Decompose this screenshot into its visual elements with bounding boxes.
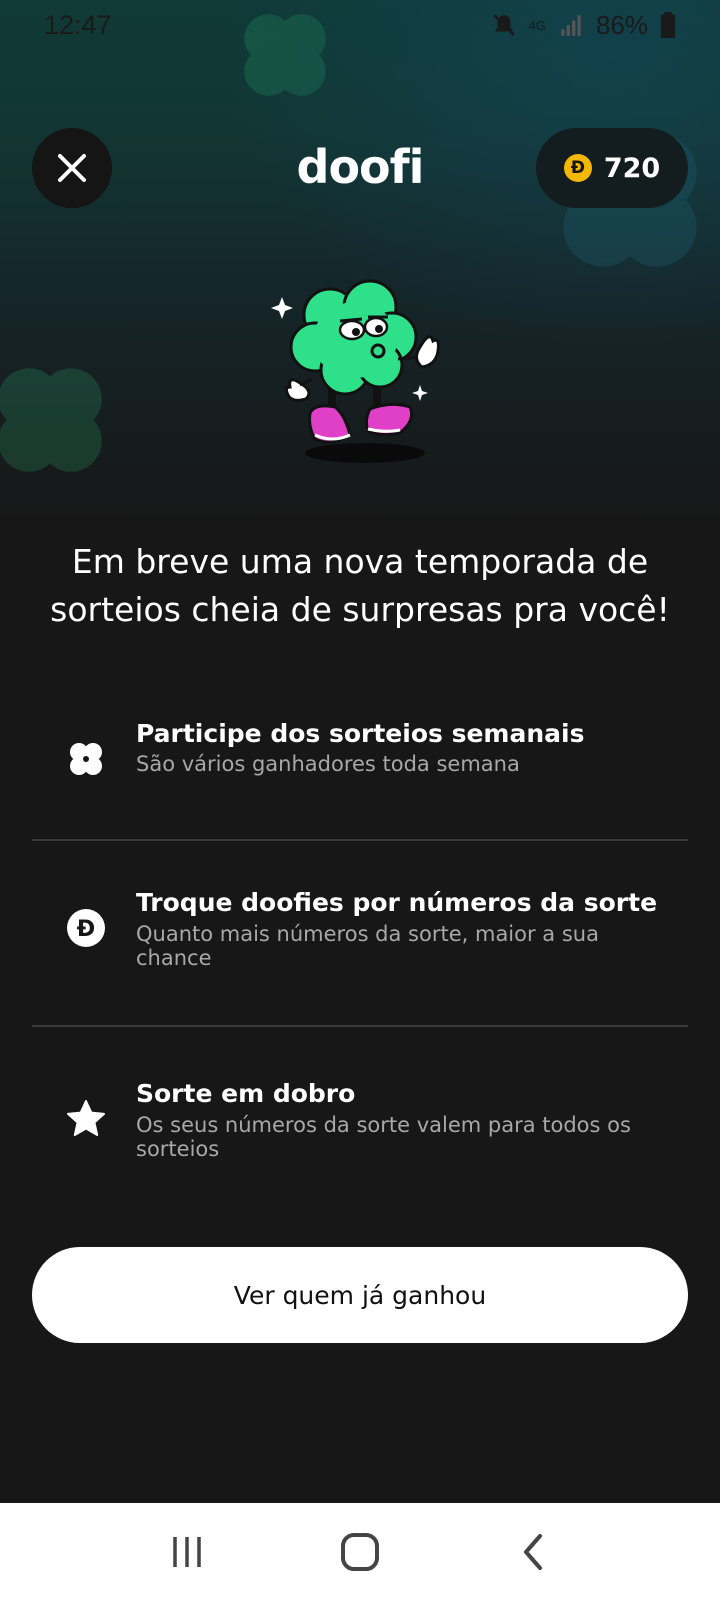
system-nav-bar <box>0 1503 720 1600</box>
network-type: 4G <box>528 17 546 33</box>
doofi-coin-icon: Đ <box>563 154 592 182</box>
divider <box>32 839 688 841</box>
back-icon <box>524 1533 543 1570</box>
feature-description: Quanto mais números da sorte, maior a su… <box>136 922 599 970</box>
feature-item: Đ Troque doofies por números da sorte Qu… <box>32 850 688 1020</box>
feature-description: São vários ganhadores toda semana <box>136 752 520 776</box>
battery-percent: 86% <box>595 9 648 40</box>
feature-title: Participe dos sorteios semanais <box>136 719 585 748</box>
status-time: 12:47 <box>44 9 112 40</box>
feature-title: Troque doofies por números da sorte <box>136 888 658 917</box>
star-icon <box>64 1097 108 1141</box>
feature-description: Os seus números da sorte valem para todo… <box>136 1113 631 1161</box>
coin-balance: 720 <box>603 152 661 184</box>
clover-icon <box>64 737 108 781</box>
divider <box>32 1025 688 1027</box>
svg-text:Đ: Đ <box>77 917 95 942</box>
battery-icon <box>660 12 676 38</box>
feature-title: Sorte em dobro <box>136 1079 356 1108</box>
coin-balance-pill[interactable]: Đ 720 <box>536 128 688 208</box>
feature-item: Sorte em dobro Os seus números da sorte … <box>32 1036 688 1206</box>
signal-icon <box>561 15 581 36</box>
doofi-coin-icon: Đ <box>64 906 108 950</box>
clover-mascot-illustration <box>271 279 440 463</box>
clover-decoration <box>0 368 102 472</box>
mute-icon <box>492 14 515 36</box>
headline: Em breve uma nova temporada de sorteios … <box>50 542 670 629</box>
back-button[interactable] <box>493 1522 573 1582</box>
status-bar: 12:47 4G 86% <box>0 0 720 50</box>
see-winners-button[interactable]: Ver quem já ganhou <box>32 1247 688 1343</box>
recent-apps-icon <box>172 1536 201 1567</box>
recent-apps-button[interactable] <box>147 1522 227 1582</box>
screen: 12:47 4G 86% doofi Đ 720 Em breve uma no… <box>0 0 720 1600</box>
home-icon <box>340 1532 379 1571</box>
home-button[interactable] <box>320 1522 400 1582</box>
feature-item: Participe dos sorteios semanais São vári… <box>32 690 688 824</box>
status-icons: 4G 86% <box>491 10 676 41</box>
